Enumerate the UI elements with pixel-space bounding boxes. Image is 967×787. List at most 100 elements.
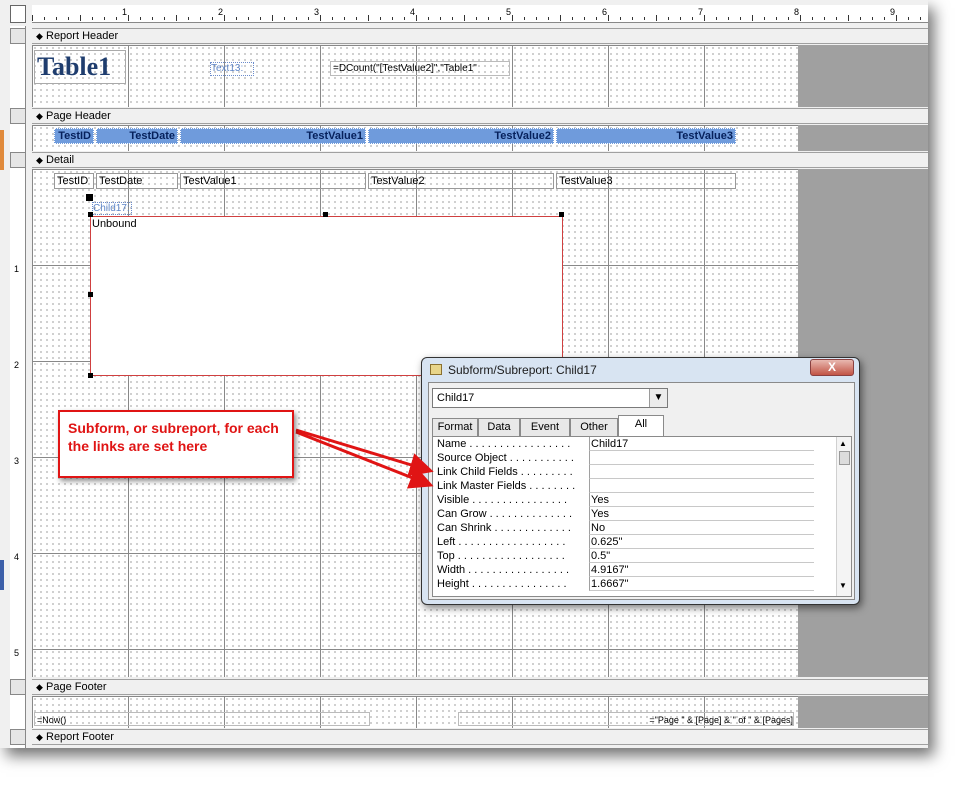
ruler-tick — [368, 15, 369, 21]
property-name: Can Grow . . . . . . . . . . . . . . — [437, 508, 573, 520]
property-row[interactable]: Width . . . . . . . . . . . . . . . . . 4… — [433, 563, 815, 577]
property-row[interactable]: Source Object . . . . . . . . . . . — [433, 451, 815, 465]
scroll-thumb[interactable] — [839, 451, 850, 465]
ruler-number: 5 — [506, 7, 512, 17]
report-header-area[interactable] — [32, 45, 798, 107]
dialog-body: Child17 ▼ Format Data Event Other All Na… — [428, 382, 855, 600]
resize-handle[interactable] — [88, 292, 93, 297]
field-testdate[interactable]: TestDate — [96, 173, 178, 189]
property-value[interactable]: Child17 — [589, 437, 814, 451]
property-row[interactable]: Height . . . . . . . . . . . . . . . . 1.… — [433, 577, 815, 591]
report-header-bar[interactable]: ◆ Report Header — [32, 28, 928, 44]
tab-data[interactable]: Data — [478, 418, 520, 436]
column-header-testvalue2[interactable]: TestValue2 — [368, 128, 554, 144]
field-testvalue3[interactable]: TestValue3 — [556, 173, 736, 189]
ruler-tick — [668, 17, 669, 20]
property-list[interactable]: Name . . . . . . . . . . . . . . . . . Ch… — [432, 436, 852, 597]
resize-handle[interactable] — [88, 373, 93, 378]
text13-label[interactable]: Text13: — [210, 62, 254, 76]
ruler-tick — [500, 17, 501, 20]
property-value[interactable]: 1.6667" — [589, 577, 814, 591]
page-header-bar[interactable]: ◆ Page Header — [32, 108, 928, 124]
now-textbox[interactable]: =Now() — [34, 712, 370, 726]
scroll-up-icon[interactable]: ▲ — [839, 439, 847, 448]
property-sheet-dialog[interactable]: Subform/Subreport: Child17 X Child17 ▼ F… — [421, 357, 860, 605]
property-row[interactable]: Link Master Fields . . . . . . . . — [433, 479, 815, 493]
tab-other[interactable]: Other — [570, 418, 618, 436]
field-testid[interactable]: TestID — [54, 173, 94, 189]
column-header-testvalue3[interactable]: TestValue3 — [556, 128, 736, 144]
column-header-testid[interactable]: TestID — [54, 128, 94, 144]
page-footer-selector[interactable] — [10, 679, 26, 695]
report-footer-label: Report Footer — [46, 731, 114, 743]
ruler-tick — [620, 17, 621, 20]
property-list-scrollbar[interactable]: ▲ ▼ — [836, 437, 851, 596]
property-value[interactable]: Yes — [589, 493, 814, 507]
property-row[interactable]: Link Child Fields . . . . . . . . . — [433, 465, 815, 479]
object-selector-dropdown[interactable]: Child17 ▼ — [432, 388, 668, 408]
property-value[interactable]: Yes — [589, 507, 814, 521]
tab-format[interactable]: Format — [432, 418, 478, 436]
field-testvalue2[interactable]: TestValue2 — [368, 173, 554, 189]
ruler-tick — [824, 17, 825, 20]
ruler-tick — [140, 17, 141, 20]
detail-selector[interactable] — [10, 152, 26, 168]
subreport-control[interactable]: Unbound — [90, 216, 563, 376]
vertical-ruler[interactable]: 1 2 3 4 5 — [10, 26, 26, 748]
property-name: Link Child Fields . . . . . . . . . — [437, 466, 573, 478]
ruler-tick — [692, 17, 693, 20]
property-row[interactable]: Name . . . . . . . . . . . . . . . . . Ch… — [433, 437, 815, 451]
property-row[interactable]: Visible . . . . . . . . . . . . . . . . Y… — [433, 493, 815, 507]
column-header-testvalue1[interactable]: TestValue1 — [180, 128, 366, 144]
ruler-tick — [512, 15, 513, 21]
detail-bar[interactable]: ◆ Detail — [32, 152, 928, 168]
report-header-selector[interactable] — [10, 28, 26, 44]
page-header-label: Page Header — [46, 110, 111, 122]
resize-handle[interactable] — [559, 212, 564, 217]
property-name: Link Master Fields . . . . . . . . — [437, 480, 576, 492]
ruler-corner[interactable] — [10, 5, 26, 23]
ruler-tick — [116, 17, 117, 20]
tab-all[interactable]: All — [618, 415, 664, 437]
property-value[interactable]: 4.9167" — [589, 563, 814, 577]
page-footer-bar[interactable]: ◆ Page Footer — [32, 679, 928, 695]
ruler-tick — [452, 17, 453, 20]
ruler-tick — [272, 15, 273, 21]
field-testvalue1[interactable]: TestValue1 — [180, 173, 366, 189]
page-header-selector[interactable] — [10, 108, 26, 124]
property-value[interactable] — [589, 451, 814, 465]
property-value[interactable]: 0.625" — [589, 535, 814, 549]
report-footer-selector[interactable] — [10, 729, 26, 745]
property-value[interactable]: No — [589, 521, 814, 535]
property-row[interactable] — [433, 591, 815, 596]
page-number-textbox[interactable]: ="Page " & [Page] & " of " & [Pages] — [458, 712, 794, 726]
close-button[interactable]: X — [810, 359, 854, 376]
horizontal-ruler[interactable]: 1 2 3 4 5 6 7 8 9 — [32, 5, 928, 23]
property-row[interactable]: Left . . . . . . . . . . . . . . . . . .… — [433, 535, 815, 549]
ruler-tick — [260, 17, 261, 20]
property-row[interactable]: Top . . . . . . . . . . . . . . . . . . 0… — [433, 549, 815, 563]
child17-label[interactable]: Child17: — [92, 202, 132, 215]
resize-handle[interactable] — [88, 212, 93, 217]
scroll-down-icon[interactable]: ▼ — [839, 581, 847, 590]
property-name: Can Shrink . . . . . . . . . . . . . — [437, 522, 571, 534]
ruler-tick — [32, 15, 33, 21]
report-title[interactable]: Table1 — [34, 50, 126, 84]
chevron-down-icon[interactable]: ▼ — [649, 389, 667, 407]
ruler-tick — [584, 17, 585, 20]
dcount-textbox[interactable]: =DCount("[TestValue2]","Table1" — [330, 61, 510, 76]
property-row[interactable]: Can Shrink . . . . . . . . . . . . . No — [433, 521, 815, 535]
report-footer-bar[interactable]: ◆ Report Footer — [32, 729, 928, 745]
property-value[interactable] — [589, 479, 814, 493]
property-value[interactable]: 0.5" — [589, 549, 814, 563]
close-icon: X — [827, 360, 836, 374]
tab-event[interactable]: Event — [520, 418, 570, 436]
ruler-number: 4 — [410, 7, 416, 17]
property-row[interactable]: Can Grow . . . . . . . . . . . . . . Yes — [433, 507, 815, 521]
move-handle[interactable] — [86, 194, 93, 201]
column-header-testdate[interactable]: TestDate — [96, 128, 178, 144]
resize-handle[interactable] — [323, 212, 328, 217]
property-name: Name . . . . . . . . . . . . . . . . . — [437, 438, 571, 450]
property-value[interactable] — [589, 465, 814, 479]
page-footer-background — [798, 696, 928, 728]
